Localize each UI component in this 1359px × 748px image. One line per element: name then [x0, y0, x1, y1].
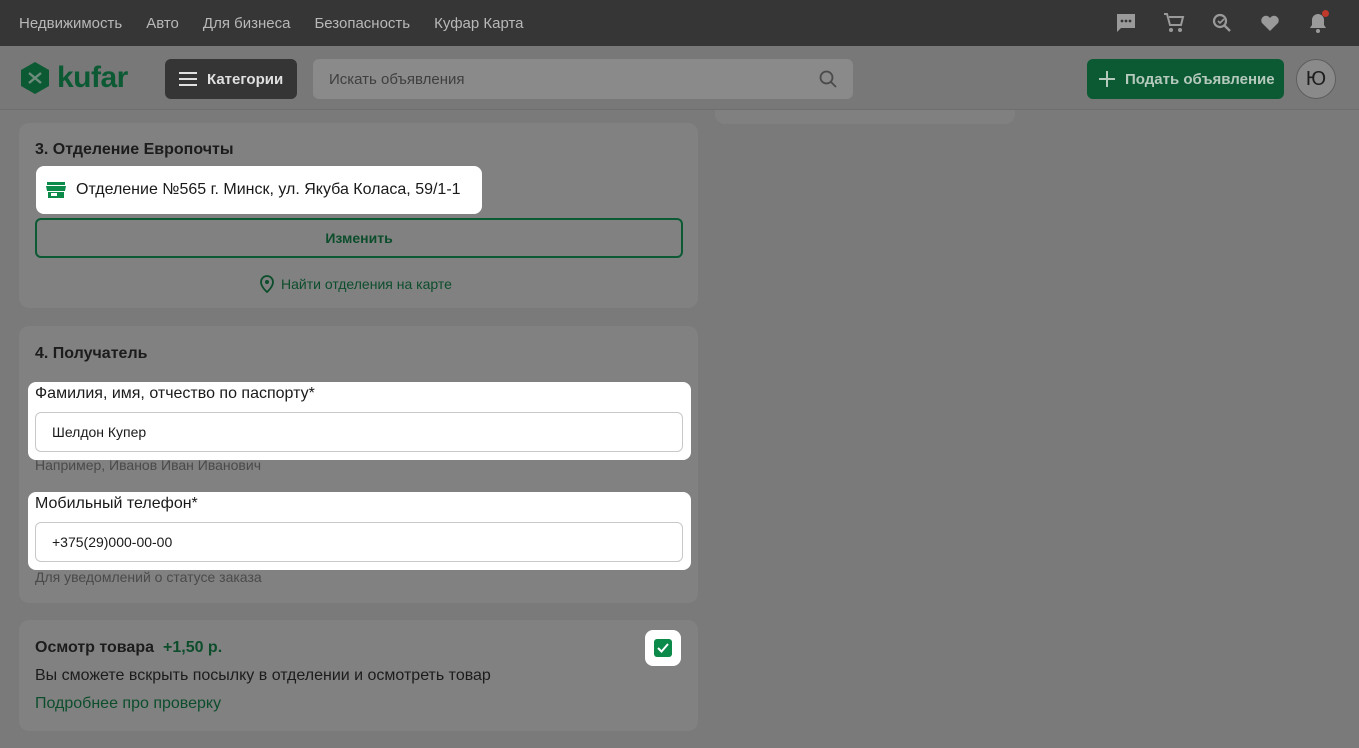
post-ad-label: Подать объявление [1125, 70, 1275, 88]
delivery-title: 3. Отделение Европочты [35, 141, 234, 158]
search-icon[interactable] [819, 70, 837, 88]
inspection-description: Вы сможете вскрыть посылку в отделении и… [35, 667, 491, 684]
inspection-price: +1,50 р. [163, 639, 223, 656]
phone-field-group: Мобильный телефон* [28, 492, 691, 570]
avatar[interactable]: Ю [1296, 59, 1336, 99]
phone-field[interactable] [35, 522, 683, 562]
plus-icon [1099, 71, 1115, 87]
categories-label: Категории [207, 70, 284, 88]
categories-button[interactable]: Категории [165, 59, 297, 99]
logo-text: kufar [57, 61, 128, 94]
post-ad-button[interactable]: Подать объявление [1087, 59, 1284, 99]
change-button[interactable]: Изменить [35, 218, 683, 258]
header: kufar Категории Подать объявление Ю [0, 46, 1359, 110]
name-field[interactable] [35, 412, 683, 452]
top-nav: Недвижимость Авто Для бизнеса Безопаснос… [19, 0, 524, 46]
top-bar: Недвижимость Авто Для бизнеса Безопаснос… [0, 0, 1359, 46]
order-summary-card [715, 110, 1015, 124]
bell-icon[interactable] [1307, 10, 1329, 34]
top-icons [1115, 0, 1329, 46]
menu-icon [179, 72, 197, 86]
search-bar [313, 59, 853, 99]
search-input[interactable] [313, 59, 853, 99]
location-pin-icon [260, 275, 274, 293]
name-field-group: Фамилия, имя, отчество по паспорту* [28, 382, 691, 460]
map-link-label: Найти отделения на карте [281, 276, 452, 292]
heart-icon[interactable] [1259, 12, 1281, 34]
recipient-title: 4. Получатель [35, 345, 148, 362]
topnav-business[interactable]: Для бизнеса [203, 15, 291, 32]
inspection-card: Осмотр товара +1,50 р. Вы сможете вскрыт… [19, 620, 698, 731]
logo[interactable]: kufar [19, 61, 128, 95]
checkbox-checked [654, 639, 672, 657]
saved-search-icon[interactable] [1211, 12, 1233, 34]
pickup-point: Отделение №565 г. Минск, ул. Якуба Колас… [36, 166, 482, 214]
inspection-checkbox[interactable] [645, 630, 681, 666]
check-icon [657, 643, 669, 653]
map-link[interactable]: Найти отделения на карте [259, 275, 452, 293]
topnav-map[interactable]: Куфар Карта [434, 15, 523, 32]
store-icon [46, 182, 66, 198]
topnav-auto[interactable]: Авто [146, 15, 179, 32]
phone-label: Мобильный телефон* [35, 495, 198, 512]
notification-dot [1322, 10, 1329, 17]
inspection-heading: Осмотр товара +1,50 р. [35, 639, 222, 657]
topnav-realty[interactable]: Недвижимость [19, 15, 122, 32]
pickup-address: Отделение №565 г. Минск, ул. Якуба Колас… [76, 181, 461, 198]
logo-icon [21, 62, 49, 94]
chat-icon[interactable] [1115, 12, 1137, 34]
name-label: Фамилия, имя, отчество по паспорту* [35, 385, 315, 402]
name-hint: Например, Иванов Иван Иванович [35, 457, 261, 473]
phone-hint: Для уведомлений о статусе заказа [35, 569, 262, 585]
inspection-title: Осмотр товара [35, 639, 154, 656]
topnav-security[interactable]: Безопасность [314, 15, 410, 32]
cart-icon[interactable] [1163, 12, 1185, 34]
inspection-details-link[interactable]: Подробнее про проверку [35, 695, 221, 713]
